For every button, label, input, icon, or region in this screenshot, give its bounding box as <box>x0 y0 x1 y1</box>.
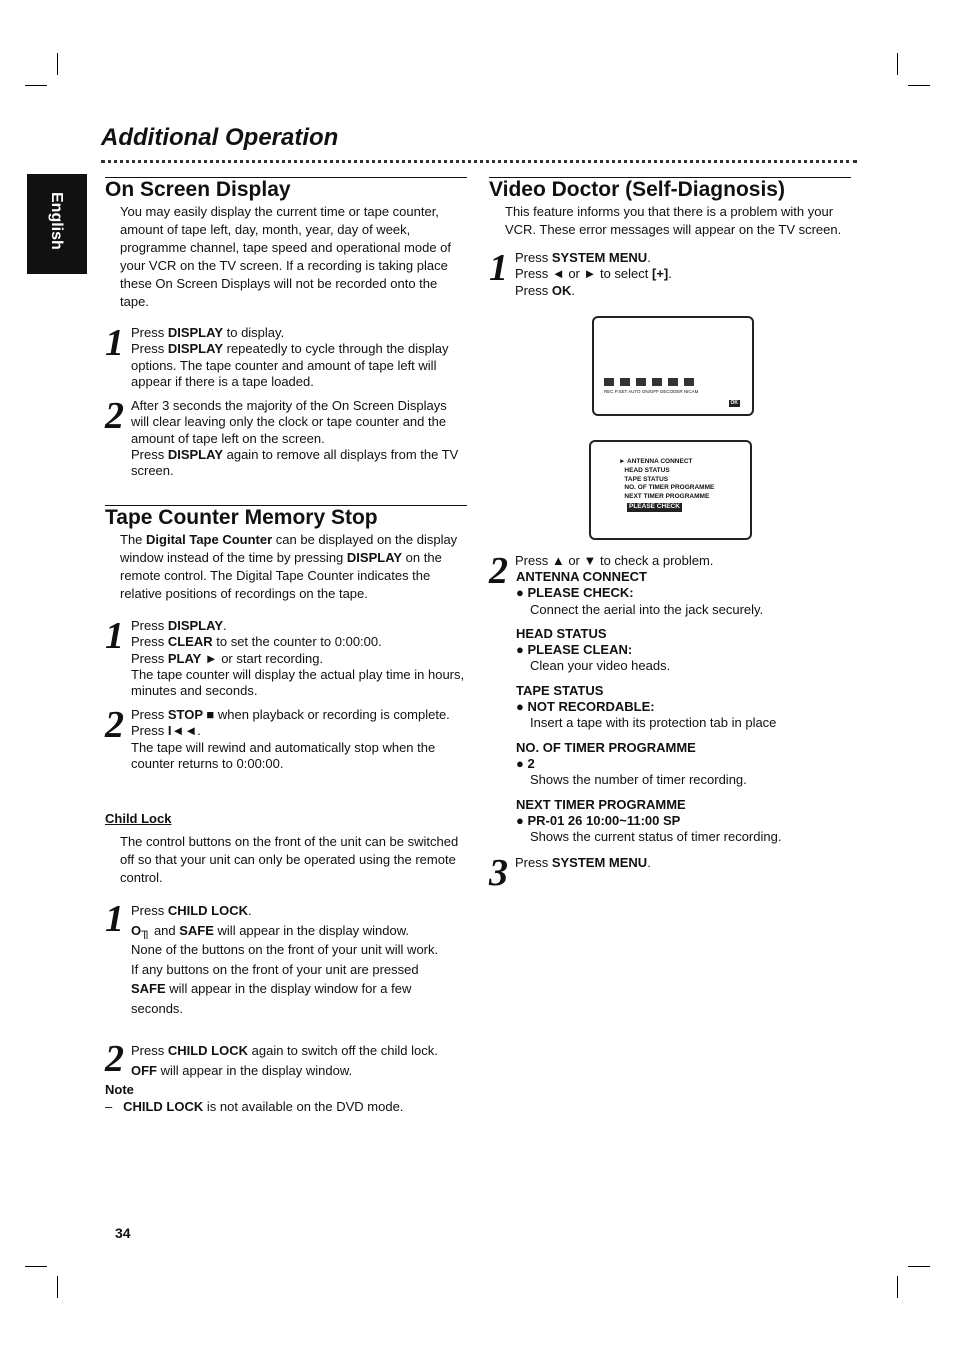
page-title: Additional Operation <box>101 124 339 151</box>
crop-mark <box>25 1266 47 1267</box>
step-text: Press SYSTEM MENU. <box>515 855 651 870</box>
menu-icons: REC P.SET AUTO ON/OFF DECODER NICAM <box>604 378 700 395</box>
language-label: English <box>48 192 65 250</box>
crop-mark <box>897 53 898 75</box>
page-number: 34 <box>115 1225 131 1241</box>
section-heading-tcms: Tape Counter Memory Stop <box>105 505 467 530</box>
step-number: 2 <box>105 704 124 746</box>
diagnosis-menu: ► ANTENNA CONNECT HEAD STATUS TAPE STATU… <box>619 458 715 501</box>
crop-mark <box>897 1276 898 1298</box>
tcms-intro: The Digital Tape Counter can be displaye… <box>120 532 458 601</box>
step-text: Press ▲ or ▼ to check a problem. <box>515 553 714 568</box>
step-number: 2 <box>489 550 508 592</box>
step-number: 3 <box>489 852 508 894</box>
step-number: 1 <box>105 898 124 940</box>
key-icon: O╖ <box>131 922 151 938</box>
setup-icon: [+] <box>652 266 669 282</box>
child-lock-intro: The control buttons on the front of the … <box>120 834 459 885</box>
diagnosis-item: HEAD STATUS ● PLEASE CLEAN: Clean your vid… <box>516 625 671 674</box>
crop-mark <box>57 53 58 75</box>
crop-mark <box>908 1266 930 1267</box>
diagnosis-item: NO. OF TIMER PROGRAMME ● 2 Shows the numbe… <box>516 739 747 788</box>
diagnosis-list: ANTENNA CONNECT ● PLEASE CHECK: Connect th… <box>516 569 856 845</box>
section-heading-video-doctor: Video Doctor (Self-Diagnosis) <box>489 177 851 202</box>
crop-mark <box>25 85 47 86</box>
vd-intro: This feature informs you that there is a… <box>505 204 842 237</box>
child-lock-heading: Child Lock <box>105 811 172 826</box>
crop-mark <box>57 1276 58 1298</box>
step-number: 1 <box>105 322 124 364</box>
note-label: Note <box>105 1082 134 1097</box>
step-number: 2 <box>105 1038 124 1080</box>
please-check-badge: PLEASE CHECK <box>627 503 682 512</box>
section-heading-osd: On Screen Display <box>105 177 467 202</box>
step-text: Press SYSTEM MENU. Press ◄ or ► to select… <box>515 250 672 298</box>
osd-intro: You may easily display the current time … <box>120 204 451 309</box>
diagnosis-item: NEXT TIMER PROGRAMME ● PR-01 26 10:00~11:… <box>516 796 782 845</box>
step-text: Press CHILD LOCK again to switch off the… <box>131 1043 438 1078</box>
step-text: Press STOP ■ when playback or recording … <box>131 707 450 771</box>
note-text: – CHILD LOCK is not available on the DVD… <box>105 1099 404 1114</box>
step-number: 1 <box>489 247 508 289</box>
diagnosis-item: ANTENNA CONNECT ● PLEASE CHECK: Connect th… <box>516 569 764 617</box>
dotted-divider <box>101 160 857 163</box>
tv-screen-video-doctor: ► ANTENNA CONNECT HEAD STATUS TAPE STATU… <box>589 440 752 540</box>
step-number: 1 <box>105 615 124 657</box>
crop-mark <box>908 85 930 86</box>
step-number: 2 <box>105 395 124 437</box>
step-text: After 3 seconds the majority of the On S… <box>131 398 459 479</box>
step-text: Press CHILD LOCK. O╖ and SAFE will appear… <box>131 903 439 1016</box>
language-tab: English <box>27 174 87 274</box>
step-text: Press DISPLAY to display. Press DISPLAY r… <box>131 325 449 389</box>
tv-screen-menu: REC P.SET AUTO ON/OFF DECODER NICAM OK <box>592 316 754 416</box>
manual-page: Additional Operation English On Screen D… <box>0 0 954 1351</box>
step-text: Press DISPLAY. Press CLEAR to set the cou… <box>131 618 465 699</box>
diagnosis-item: TAPE STATUS ● NOT RECORDABLE: Insert a tap… <box>516 682 777 731</box>
ok-nav: OK <box>728 400 740 407</box>
